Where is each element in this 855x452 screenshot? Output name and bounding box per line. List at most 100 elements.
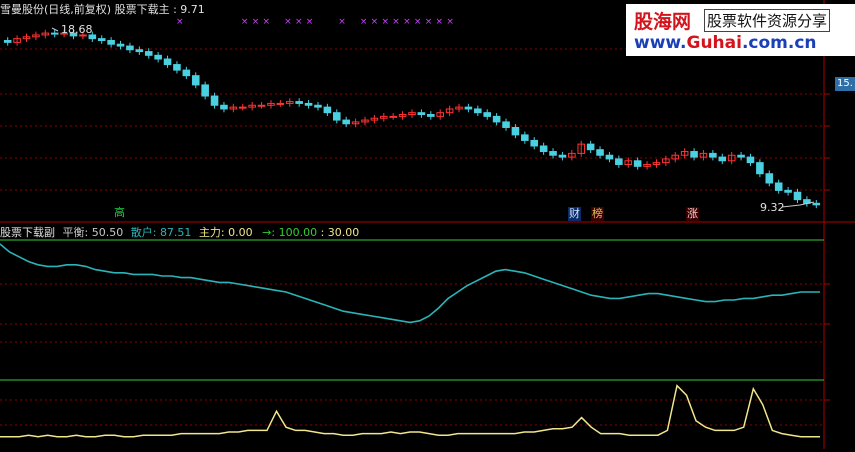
main-indicator-label: 股票下载主 xyxy=(114,3,170,16)
x-marker: × xyxy=(446,17,454,27)
candle-body xyxy=(605,154,614,160)
marker-bang: 榜 xyxy=(591,207,604,221)
candle-body xyxy=(191,75,200,86)
x-marker: × xyxy=(241,17,249,27)
candle-body xyxy=(549,151,557,156)
watermark-banner[interactable]: 股海网 股票软件资源分享 www.Guhai.com.cn xyxy=(626,4,855,56)
sub-header: 股票下载副 平衡: 50.50 散户: 87.51 主力: 0.00 →: 10… xyxy=(0,226,359,239)
candle-body xyxy=(3,40,12,43)
candle-body xyxy=(210,95,219,106)
marker-cai: 财 xyxy=(568,207,581,221)
x-marker: × xyxy=(425,17,433,27)
sub-indicator-label: 股票下载副 xyxy=(0,226,55,239)
x-marker: × xyxy=(338,17,346,27)
main-header: 雪曼股份(日线,前复权) 股票下载主 : 9.71 xyxy=(0,3,205,16)
candle-body xyxy=(474,108,482,114)
candle-body xyxy=(746,156,755,164)
candle-body xyxy=(709,152,717,158)
candle-body xyxy=(257,104,266,107)
candle-body xyxy=(332,112,341,121)
san-hu-value: 87.51 xyxy=(159,226,192,239)
candle-body xyxy=(276,102,285,105)
candle-body xyxy=(530,139,539,147)
candle-body xyxy=(464,106,473,110)
candle-body xyxy=(521,134,529,141)
x-marker: × xyxy=(360,17,368,27)
candle-body xyxy=(50,32,59,35)
watermark-url[interactable]: www.Guhai.com.cn xyxy=(634,33,817,53)
candle-body xyxy=(342,119,350,125)
x-marker: × xyxy=(284,17,292,27)
x-marker: × xyxy=(403,17,411,27)
x-marker: × xyxy=(306,17,314,27)
candle-body xyxy=(238,106,247,109)
stock-name: 雪曼股份(日线,前复权) xyxy=(0,3,112,16)
candle-body xyxy=(173,64,181,71)
x-marker: × xyxy=(381,17,389,27)
candle-body xyxy=(596,149,604,156)
candle-body xyxy=(615,158,623,165)
marker-zhang: 涨 xyxy=(686,207,699,221)
zhu-li-line xyxy=(0,384,820,438)
candle-body xyxy=(417,112,426,116)
candle-body xyxy=(389,115,397,118)
url-prefix: www. xyxy=(634,33,687,53)
candle-body xyxy=(765,173,774,184)
price-axis-tag: 15. xyxy=(835,77,855,91)
candle-body xyxy=(492,115,501,123)
arrow-label: →: xyxy=(262,226,276,239)
candle-body xyxy=(201,84,209,97)
candle-body xyxy=(314,104,322,108)
low-price-label: 9.32 xyxy=(760,201,785,214)
candle-body xyxy=(539,145,548,153)
candle-body xyxy=(427,114,435,117)
high-price-label: 18.68 xyxy=(61,23,93,36)
candle-body xyxy=(304,102,313,106)
candle-body xyxy=(812,202,821,206)
candle-body xyxy=(163,58,172,66)
low-price-arrow xyxy=(781,201,815,208)
candle-body xyxy=(220,104,228,110)
x-marker: × xyxy=(295,17,303,27)
candle-body xyxy=(558,154,567,158)
candle-body xyxy=(774,182,783,191)
chart-canvas[interactable]: × × × × × × × × × × × × × × × × × xyxy=(0,0,855,449)
x-marker: × xyxy=(392,17,400,27)
url-suffix: .com.cn xyxy=(741,33,817,53)
x-marker: × xyxy=(176,17,184,27)
ping-heng-label: 平衡: xyxy=(62,226,89,239)
x-marker: × xyxy=(436,17,444,27)
x-marker: × xyxy=(414,17,422,27)
candle-body xyxy=(116,43,125,47)
san-hu-label: 散户: xyxy=(130,226,157,239)
marker-high: 高 xyxy=(114,206,125,219)
candle-body xyxy=(511,126,520,136)
candle-body xyxy=(586,143,595,151)
x-marker: × xyxy=(371,17,379,27)
candle-body xyxy=(784,189,792,193)
candle-body xyxy=(126,45,134,51)
ping-heng-value: 50.50 xyxy=(91,226,124,239)
x-marker: × xyxy=(252,17,260,27)
extra-value: : 30.00 xyxy=(320,226,360,239)
candle-body xyxy=(107,40,115,45)
candle-body xyxy=(633,160,642,167)
url-brand: Guhai xyxy=(686,33,742,53)
san-hu-line xyxy=(0,243,820,324)
stock-chart[interactable]: × × × × × × × × × × × × × × × × × 雪曼股份(日线,前复权) 股票下载主 : 9… xyxy=(0,0,855,449)
watermark-tagline: 股票软件资源分享 xyxy=(704,9,831,32)
candle-body xyxy=(182,69,191,77)
candle-body xyxy=(756,162,764,175)
watermark-logo: 股海网 xyxy=(634,11,692,33)
candle-body xyxy=(502,121,510,128)
zhu-li-value: 0.00 xyxy=(228,226,253,239)
candle-body xyxy=(718,156,727,162)
candle-body xyxy=(144,51,153,56)
zhu-li-label: 主力: xyxy=(198,226,225,239)
candle-body xyxy=(323,106,332,114)
x-marker: × xyxy=(263,17,271,27)
candle-body xyxy=(690,151,698,158)
candle-body xyxy=(737,154,745,158)
candle-body xyxy=(97,38,106,42)
candle-body xyxy=(295,101,303,104)
